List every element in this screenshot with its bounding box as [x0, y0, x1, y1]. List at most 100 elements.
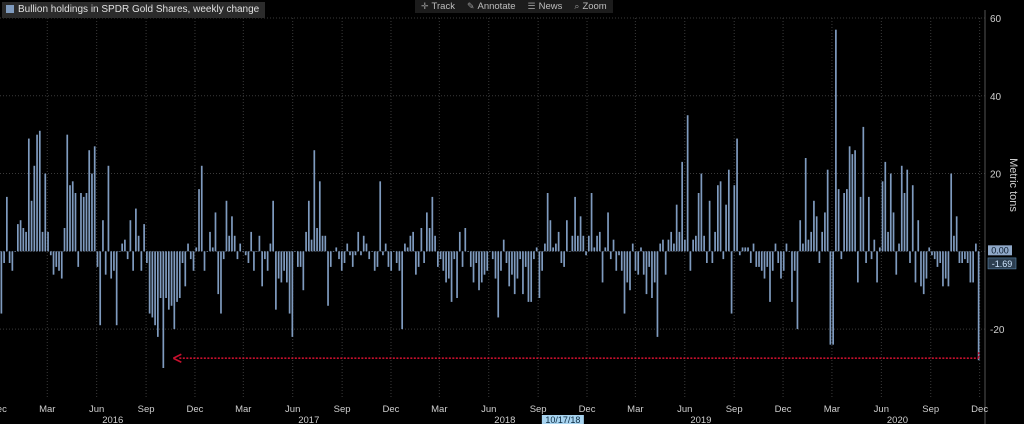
- bar: [675, 204, 678, 252]
- bar: [843, 193, 845, 252]
- bar: [286, 251, 288, 283]
- bar: [467, 251, 469, 252]
- news-icon: ☰: [527, 1, 536, 11]
- bar: [513, 251, 516, 295]
- bar: [656, 251, 659, 337]
- bar: [722, 251, 725, 260]
- bar: [266, 251, 269, 271]
- bar: [450, 251, 453, 302]
- bar: [351, 251, 354, 267]
- bar: [865, 251, 867, 263]
- bar: [758, 251, 760, 267]
- bar: [546, 193, 549, 252]
- bar: [357, 231, 360, 252]
- bar: [52, 251, 55, 275]
- bar: [552, 247, 554, 252]
- bar: [752, 243, 755, 252]
- bar: [104, 251, 107, 275]
- bar: [66, 134, 69, 252]
- bar: [922, 251, 925, 295]
- bar: [673, 243, 675, 252]
- chart-toolbar: ✛ Track ✎ Annotate ☰ News ⌕ Zoom: [415, 0, 613, 13]
- x-tick-label: Mar: [39, 404, 55, 415]
- bar: [810, 231, 813, 252]
- bar: [587, 235, 590, 252]
- legend-swatch: [6, 5, 14, 13]
- bar: [305, 231, 307, 252]
- bar: [14, 251, 16, 252]
- bar: [903, 193, 906, 252]
- bar: [387, 251, 390, 267]
- bar: [302, 251, 305, 291]
- x-year-label: 2020: [887, 415, 908, 424]
- zoom-label: Zoom: [582, 1, 607, 12]
- bar: [464, 228, 467, 252]
- bar: [744, 247, 747, 252]
- bar: [93, 146, 96, 252]
- bar: [497, 251, 500, 318]
- bar: [456, 251, 458, 298]
- bar: [950, 173, 953, 252]
- x-tick-label: Dec: [383, 404, 400, 415]
- x-tick-label: Dec: [775, 404, 792, 415]
- bar: [969, 251, 972, 283]
- bar: [118, 251, 121, 252]
- bar: [272, 200, 274, 252]
- bar: [788, 251, 791, 252]
- bar: [310, 239, 313, 252]
- bar: [900, 165, 903, 252]
- bar: [958, 251, 961, 263]
- bar: [623, 251, 626, 314]
- bar: [209, 231, 211, 252]
- bar: [733, 185, 736, 252]
- bar: [269, 243, 272, 252]
- bar: [574, 196, 576, 252]
- bar: [620, 251, 623, 271]
- bar: [884, 161, 887, 252]
- bar: [942, 251, 944, 287]
- bar: [780, 251, 782, 279]
- annotate-button[interactable]: ✎ Annotate: [461, 0, 522, 13]
- bar: [25, 231, 27, 252]
- bar: [824, 212, 826, 252]
- x-tick-label: Sep: [138, 404, 155, 415]
- bar: [489, 251, 491, 252]
- news-button[interactable]: ☰ News: [522, 0, 569, 13]
- bar: [975, 243, 977, 252]
- track-button[interactable]: ✛ Track: [415, 0, 461, 13]
- bar: [19, 220, 22, 252]
- bar: [807, 239, 810, 252]
- bar: [876, 251, 878, 283]
- zoom-button[interactable]: ⌕ Zoom: [568, 0, 612, 13]
- bar: [527, 251, 530, 302]
- bar: [277, 251, 280, 279]
- x-tick-label: Dec: [187, 404, 204, 415]
- bar: [706, 251, 708, 263]
- bar: [939, 251, 942, 263]
- chart-legend[interactable]: Bullion holdings in SPDR Gold Shares, we…: [2, 2, 266, 18]
- bar: [859, 196, 862, 252]
- bar: [491, 251, 494, 260]
- bar: [736, 138, 738, 252]
- bar: [483, 251, 486, 275]
- bar: [730, 251, 733, 314]
- bar: [840, 251, 843, 260]
- last-value-label: -1.69: [992, 259, 1013, 269]
- gridlines: [0, 17, 985, 398]
- bar-series: [0, 29, 980, 368]
- bar: [881, 181, 884, 252]
- bar: [58, 251, 60, 271]
- bar: [140, 251, 143, 271]
- bar: [88, 150, 91, 252]
- bar: [294, 251, 296, 252]
- bar: [412, 231, 414, 252]
- bar: [379, 181, 382, 252]
- bar: [365, 243, 368, 252]
- bar: [329, 251, 332, 267]
- bar: [0, 251, 3, 314]
- bar-chart[interactable]: -20 20 40 60 Metric tons Dec Mar Jun Sep Dec Mar J…: [0, 0, 1024, 424]
- x-tick-label: Dec: [579, 404, 596, 415]
- bar: [36, 134, 38, 252]
- bar: [74, 193, 77, 252]
- bar: [769, 251, 771, 302]
